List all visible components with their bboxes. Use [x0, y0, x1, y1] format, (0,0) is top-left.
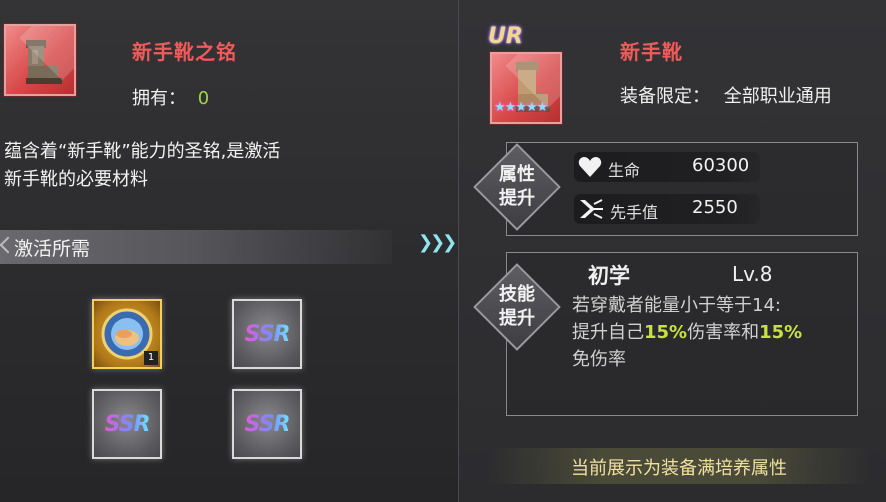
ssr-label: SSR — [244, 321, 291, 347]
skill-highlight-value: 15% — [644, 322, 688, 343]
skill-desc-text: 伤害率和 — [687, 322, 760, 343]
stat-row-hp: 生命 60300 — [574, 152, 760, 182]
rarity-badge: UR — [488, 24, 523, 49]
attribute-label-line: 属性 — [499, 164, 535, 185]
speed-icon — [580, 199, 603, 219]
footer-note: 当前展示为装备满培养属性 — [571, 458, 787, 479]
stat-value: 2550 — [692, 197, 738, 218]
requirements-header: 激活所需 — [0, 230, 392, 264]
description-line: 新手靴的必要材料 — [4, 169, 148, 190]
restriction-value: 全部职业通用 — [723, 86, 832, 107]
skill-desc-line: 免伤率 — [572, 349, 626, 370]
inscription-item-icon[interactable] — [4, 24, 76, 96]
attribute-section-label: 属性 提升 — [482, 163, 552, 211]
ssr-label: SSR — [104, 411, 151, 437]
description-line: 蕴含着“新手靴”能力的圣铭,是激活 — [4, 141, 281, 162]
attribute-label-line: 提升 — [499, 188, 535, 209]
skill-name: 初学 — [588, 264, 630, 288]
skill-description: 若穿戴者能量小于等于14: 提升自己15%伤害率和15% 免伤率 — [572, 292, 852, 373]
requirement-slot-ssr[interactable]: SSR — [92, 389, 162, 459]
requirements-title: 激活所需 — [14, 238, 91, 260]
skill-desc-line: 提升自己15%伤害率和15% — [572, 319, 852, 346]
ssr-label: SSR — [244, 411, 291, 437]
slot-count-badge: 1 — [144, 351, 158, 365]
stat-name: 先手值 — [610, 203, 659, 222]
inscription-title: 新手靴之铭 — [132, 40, 237, 64]
owned-count: 0 — [197, 88, 210, 109]
owned-row: 拥有： 0 — [132, 84, 209, 110]
requirement-slot-ssr[interactable]: SSR — [232, 299, 302, 369]
stat-value: 60300 — [692, 155, 750, 176]
skill-section-label: 技能 提升 — [482, 283, 552, 331]
heart-icon — [578, 157, 602, 177]
skill-highlight-value: 15% — [759, 322, 803, 343]
restriction-row: 装备限定： 全部职业通用 — [620, 82, 832, 108]
requirement-slot-ssr[interactable]: SSR — [232, 389, 302, 459]
requirement-slot-gold[interactable]: 1 — [92, 299, 162, 369]
stat-name: 生命 — [608, 161, 641, 180]
skill-desc-text: 提升自己 — [572, 322, 644, 343]
equipment-name: 新手靴 — [620, 40, 683, 64]
restriction-label: 装备限定： — [620, 86, 710, 107]
triple-arrow-icon: ❯❯❯ — [418, 232, 457, 253]
skill-desc-line: 若穿戴者能量小于等于14: — [572, 295, 781, 316]
owned-label: 拥有： — [132, 88, 186, 109]
skill-label-line: 技能 — [499, 284, 535, 305]
skill-label-line: 提升 — [499, 308, 535, 329]
star-rating: ★★★★★ — [494, 100, 548, 115]
inscription-description: 蕴含着“新手靴”能力的圣铭,是激活 新手靴的必要材料 — [4, 138, 384, 194]
footer-note-bar: 当前展示为装备满培养属性 — [488, 448, 870, 484]
skill-level: Lv.8 — [732, 262, 773, 286]
boot-icon — [26, 40, 62, 84]
stat-row-initiative: 先手值 2550 — [574, 194, 760, 224]
